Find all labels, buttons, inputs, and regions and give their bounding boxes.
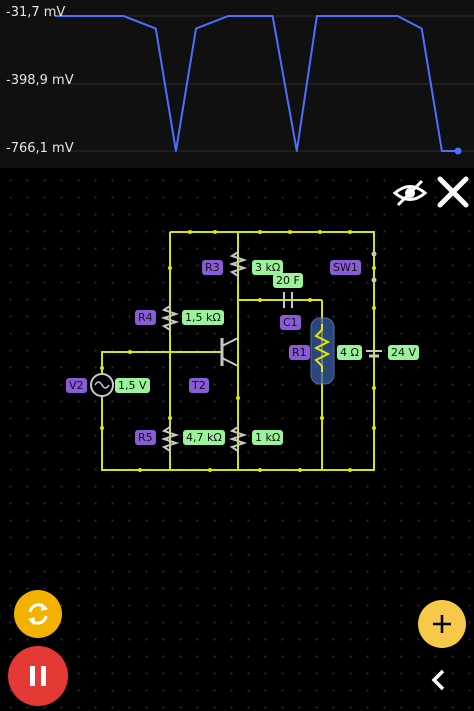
v2-value-tag: 1,5 V: [115, 378, 150, 393]
back-button[interactable]: [422, 663, 456, 697]
scope-label-max: -31,7 mV: [6, 5, 66, 20]
circuit-board[interactable]: R3 3 kΩ 20 F SW1 R4 1,5 kΩ C1 R1 4 Ω 24 …: [0, 168, 474, 711]
battery-value-tag: 24 V: [388, 345, 420, 360]
r4-name-tag: R4: [135, 310, 156, 325]
r6-value-tag: 1 kΩ: [252, 430, 284, 445]
c1-value-tag: 20 F: [273, 273, 303, 288]
refresh-icon: [28, 603, 48, 625]
r4-value-tag: 1,5 kΩ: [182, 310, 224, 325]
chevron-left-icon: [431, 669, 445, 691]
circuit-schematic[interactable]: [0, 168, 474, 711]
c1-name-tag: C1: [280, 315, 301, 330]
add-component-button[interactable]: [418, 600, 466, 648]
pause-button[interactable]: [8, 646, 68, 706]
oscilloscope-panel[interactable]: -31,7 mV -398,9 mV -766,1 mV: [0, 0, 474, 168]
r1-value-tag: 4 Ω: [337, 345, 362, 360]
trace-endpoint: [454, 147, 462, 155]
r1-name-tag: R1: [289, 345, 310, 360]
t2-name-tag: T2: [189, 378, 209, 393]
voltage-source-v2[interactable]: [90, 373, 114, 397]
scope-label-mid: -398,9 mV: [6, 73, 74, 88]
plus-icon: [433, 615, 451, 633]
v2-name-tag: V2: [66, 378, 87, 393]
scope-label-min: -766,1 mV: [6, 141, 74, 156]
reset-button[interactable]: [14, 590, 62, 638]
sw1-name-tag: SW1: [330, 260, 361, 275]
resistor-r1-selected[interactable]: [310, 317, 335, 385]
r3-name-tag: R3: [202, 260, 223, 275]
transistor-t2[interactable]: [220, 337, 239, 367]
r5-value-tag: 4,7 kΩ: [183, 430, 225, 445]
pause-icon: [30, 666, 46, 686]
r5-name-tag: R5: [135, 430, 156, 445]
